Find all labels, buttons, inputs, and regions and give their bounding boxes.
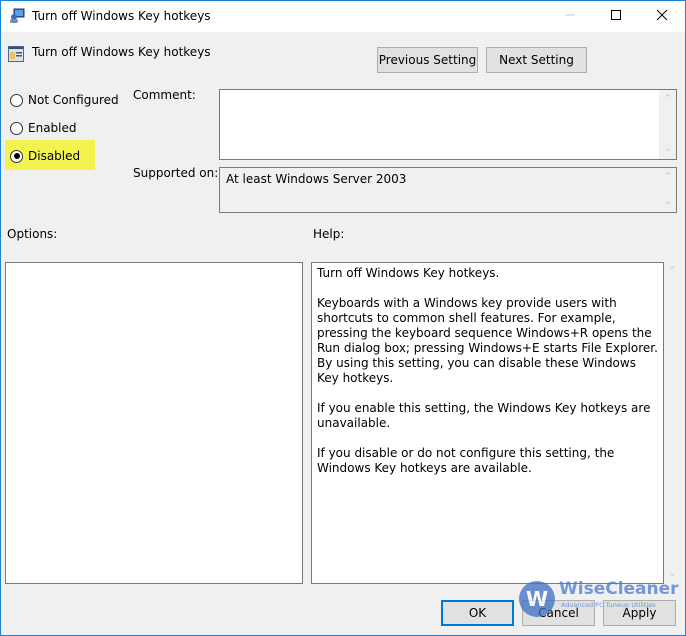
radio-enabled[interactable]: Enabled [10, 119, 77, 137]
radio-disabled[interactable]: Disabled [10, 147, 80, 165]
radio-button[interactable] [10, 121, 23, 135]
options-label: Options: [7, 227, 58, 241]
group-policy-setting-dialog: Turn off Windows Key hotkeys Turn off Wi… [0, 0, 686, 636]
next-setting-button[interactable]: Next Setting [486, 47, 587, 73]
setting-name: Turn off Windows Key hotkeys [32, 45, 211, 59]
previous-setting-button[interactable]: Previous Setting [377, 47, 478, 73]
scroll-down-icon[interactable]: ⌄ [663, 145, 672, 154]
radio-label: Disabled [28, 149, 81, 163]
comment-scrollbar[interactable]: ⌃ ⌄ [659, 90, 676, 159]
comment-label: Comment: [133, 88, 196, 102]
minimize-button[interactable] [547, 1, 593, 32]
comment-input[interactable]: ⌃ ⌄ [219, 89, 677, 160]
maximize-button[interactable] [593, 1, 639, 32]
maximize-icon [610, 9, 622, 24]
close-icon [656, 9, 668, 24]
radio-label: Not Configured [28, 93, 119, 107]
supported-on-label: Supported on: [133, 166, 219, 180]
help-scrollbar[interactable]: ⌃ ⌄ [664, 262, 681, 584]
radio-button[interactable] [10, 93, 23, 107]
options-panel [5, 262, 303, 584]
ok-button[interactable]: OK [441, 600, 514, 626]
scroll-down-icon[interactable]: ⌄ [668, 570, 677, 579]
title-bar: Turn off Windows Key hotkeys [1, 1, 685, 32]
scroll-up-icon[interactable]: ⌃ [663, 95, 672, 104]
setting-icon [7, 45, 25, 63]
close-button[interactable] [639, 1, 685, 32]
policy-editor-icon [9, 8, 25, 24]
supported-scrollbar[interactable]: ⌃ ⌄ [659, 168, 676, 212]
supported-on-value: At least Windows Server 2003 [226, 172, 407, 186]
window-title: Turn off Windows Key hotkeys [32, 9, 211, 23]
radio-button-selected[interactable] [10, 149, 23, 163]
help-panel: Turn off Windows Key hotkeys. Keyboards … [311, 262, 664, 584]
apply-button[interactable]: Apply [603, 600, 676, 626]
minimize-icon [564, 9, 576, 24]
scroll-up-icon[interactable]: ⌃ [668, 267, 677, 276]
scroll-up-icon[interactable]: ⌃ [663, 173, 672, 182]
cancel-button[interactable]: Cancel [522, 600, 595, 626]
radio-label: Enabled [28, 121, 77, 135]
radio-not-configured[interactable]: Not Configured [10, 91, 119, 109]
supported-on-field: At least Windows Server 2003 ⌃ ⌄ [219, 167, 677, 213]
help-text: Turn off Windows Key hotkeys. Keyboards … [317, 266, 658, 475]
scroll-down-icon[interactable]: ⌄ [663, 198, 672, 207]
help-label: Help: [313, 227, 345, 241]
